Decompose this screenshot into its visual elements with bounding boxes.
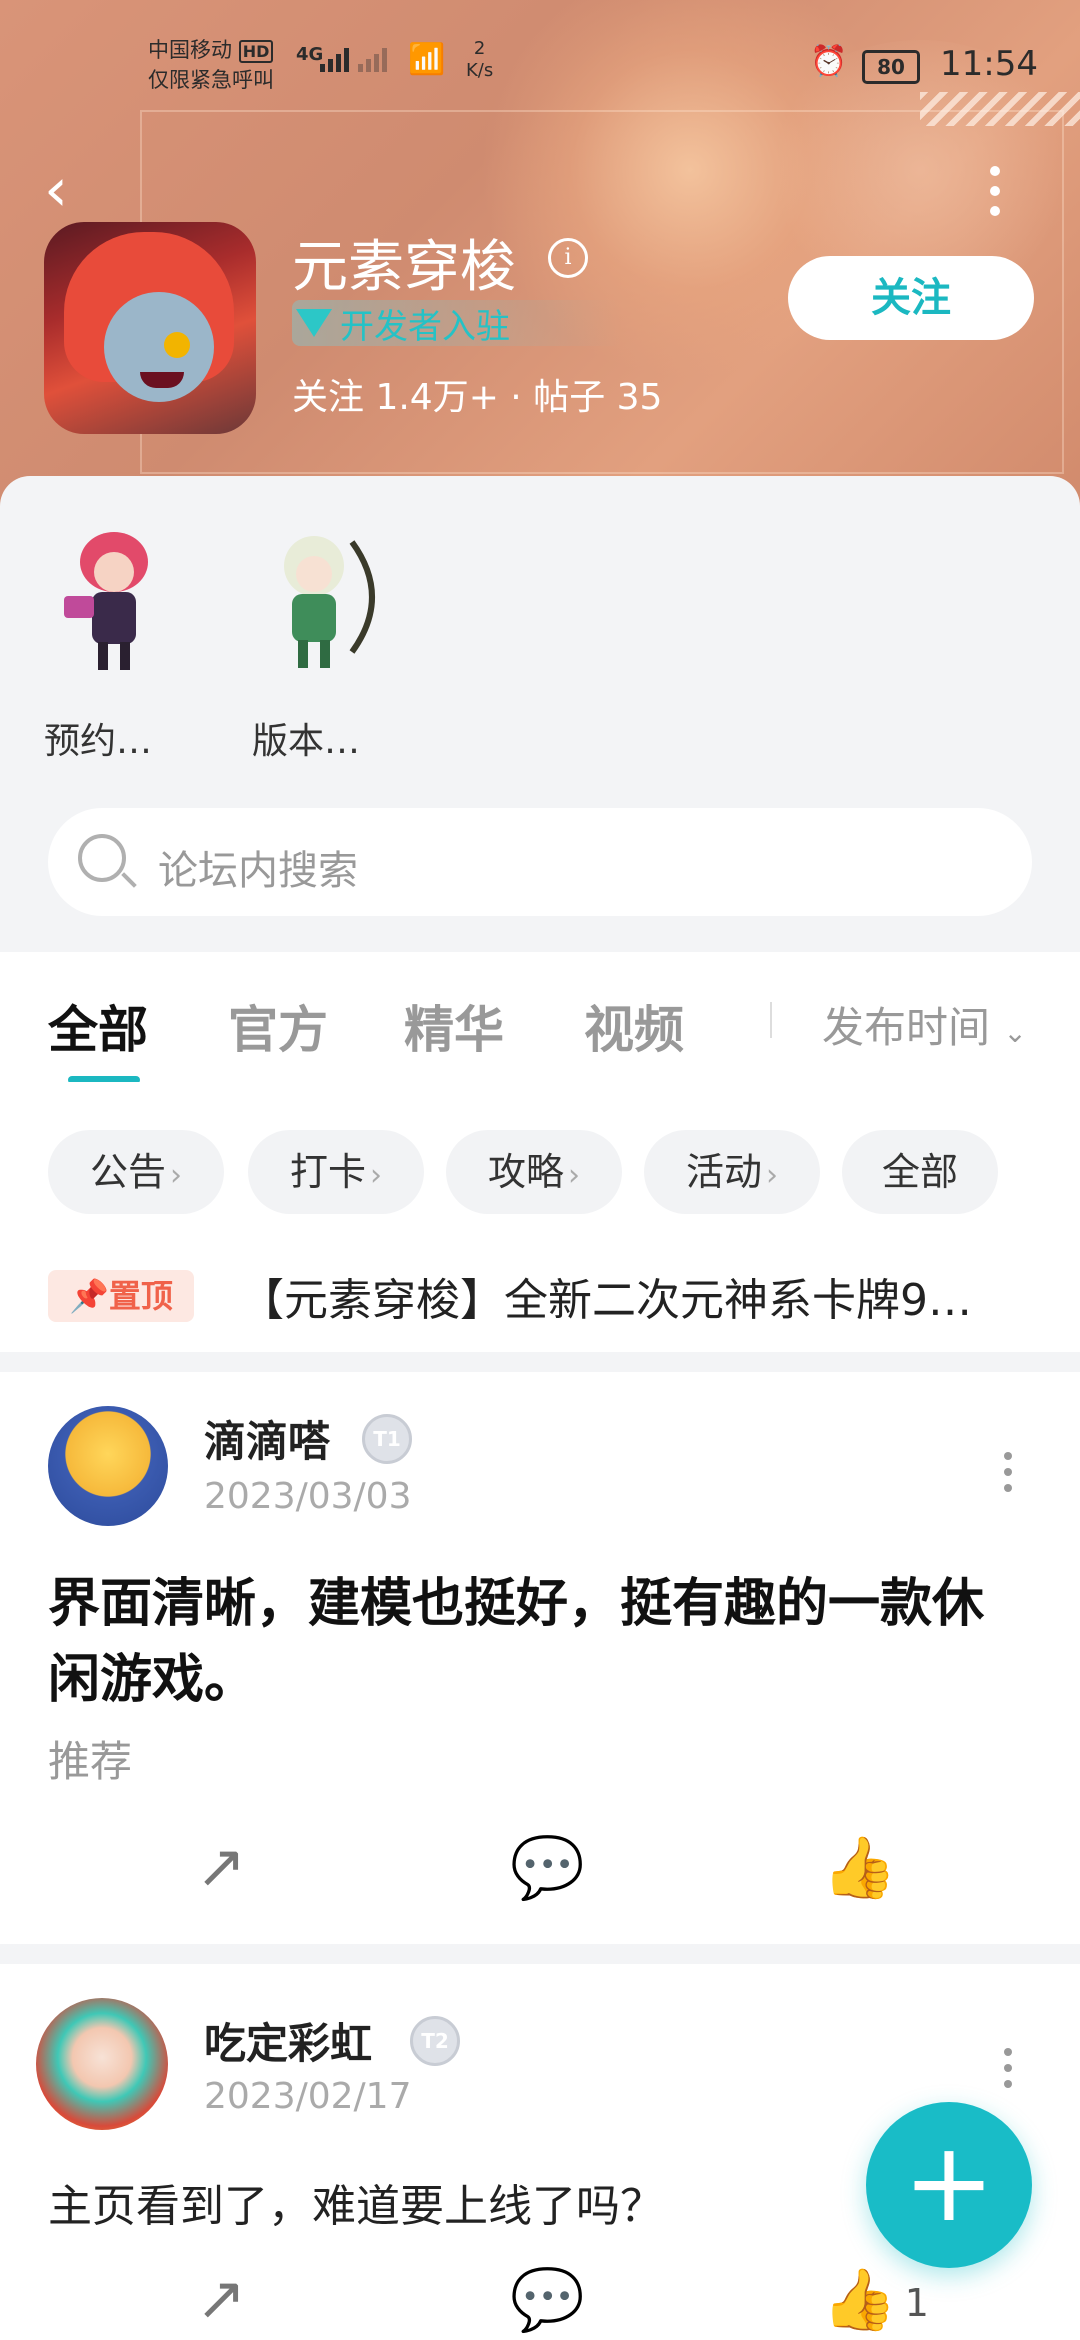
search-bar[interactable]: 论坛内搜索	[48, 808, 1032, 916]
chip-event[interactable]: 活动 ›	[644, 1130, 820, 1214]
more-options-icon[interactable]	[1004, 2048, 1014, 2096]
thumbs-up-icon: 👍	[822, 1833, 897, 1903]
carrier-name: 中国移动	[148, 38, 232, 62]
tab-featured[interactable]: 精华	[404, 990, 504, 1062]
app-icon	[44, 222, 256, 434]
developer-badge[interactable]: 开发者入驻	[292, 300, 622, 347]
comment-icon[interactable]: 💬	[510, 1832, 585, 1903]
quick-link-reservation[interactable]: 预约…	[44, 522, 184, 764]
post-tag: 推荐	[48, 1737, 133, 1786]
chevron-down-icon: ⌄	[1003, 1016, 1027, 1049]
status-bar: 中国移动 HD 仅限紧急呼叫 4G 📶 2 K/s ⏰ 80 11:54	[0, 30, 1080, 100]
pinned-post-title[interactable]: 【元素穿梭】全新二次元神系卡牌9…	[240, 1264, 1040, 1328]
quick-link-image	[252, 522, 392, 672]
net-speed: 2 K/s	[466, 38, 493, 82]
chevron-right-icon: ›	[370, 1158, 382, 1193]
author-name[interactable]: 吃定彩虹	[204, 2010, 372, 2071]
chip-label: 活动	[685, 1150, 762, 1194]
quick-link-label: 版本…	[252, 721, 361, 762]
author-name[interactable]: 滴滴嗒	[204, 1408, 330, 1469]
level-badge-icon: T1	[362, 1414, 412, 1464]
tab-video[interactable]: 视频	[584, 990, 684, 1062]
divider	[0, 1352, 1080, 1372]
battery-icon: 80	[862, 50, 920, 84]
pin-badge-label: 置顶	[108, 1277, 173, 1315]
forum-stats: 关注 1.4万+ · 帖子 35	[292, 377, 663, 418]
clock: 11:54	[940, 44, 1038, 84]
chip-checkin[interactable]: 打卡 ›	[248, 1130, 424, 1214]
developer-badge-label: 开发者入驻	[340, 306, 510, 347]
chip-label: 公告	[89, 1150, 166, 1194]
chevron-right-icon: ›	[170, 1158, 182, 1193]
sort-label: 发布时间	[822, 1003, 991, 1052]
tab-all[interactable]: 全部	[48, 990, 148, 1062]
info-icon[interactable]: i	[548, 238, 588, 278]
net-speed-unit: K/s	[466, 60, 494, 81]
chevron-right-icon: ›	[766, 1158, 778, 1193]
back-arrow-icon[interactable]: ‹	[44, 160, 68, 220]
category-chips: 公告 › 打卡 › 攻略 › 活动 › 全部	[0, 1082, 1080, 1242]
search-icon	[78, 834, 126, 882]
post-date: 2023/02/17	[204, 2076, 412, 2117]
tab-bar: 全部 官方 精华 视频 发布时间 ⌄	[0, 952, 1080, 1084]
like-button[interactable]: 👍	[822, 1832, 905, 1903]
plus-icon: +	[902, 2118, 996, 2246]
chip-label: 全部	[881, 1150, 958, 1194]
avatar[interactable]	[48, 1406, 168, 1526]
share-icon[interactable]: ↗	[196, 2264, 246, 2334]
alarm-icon: ⏰	[810, 44, 848, 79]
follow-button[interactable]: 关注	[788, 256, 1034, 340]
chip-announcement[interactable]: 公告 ›	[48, 1130, 224, 1214]
like-button[interactable]: 👍 1	[822, 2264, 929, 2335]
diamond-icon	[296, 309, 332, 337]
more-options-icon[interactable]	[990, 166, 1010, 226]
chip-all[interactable]: 全部	[842, 1130, 998, 1214]
post-date: 2023/03/03	[204, 1476, 412, 1517]
pin-icon: 📌	[69, 1277, 109, 1315]
post-card[interactable]: 滴滴嗒 T1 2023/03/03 界面清晰，建模也挺好，挺有趣的一款休闲游戏。…	[0, 1372, 1080, 1944]
post-title[interactable]: 界面清晰，建模也挺好，挺有趣的一款休闲游戏。	[48, 1566, 1028, 1718]
tab-divider	[770, 1002, 772, 1038]
level-badge-icon: T2	[410, 2016, 460, 2066]
divider	[0, 1944, 1080, 1964]
carrier-info: 中国移动 HD 仅限紧急呼叫	[148, 36, 274, 94]
chevron-right-icon: ›	[568, 1158, 580, 1193]
search-input[interactable]: 论坛内搜索	[158, 838, 358, 896]
chip-guide[interactable]: 攻略 ›	[446, 1130, 622, 1214]
chip-label: 打卡	[289, 1150, 366, 1194]
quick-link-image	[44, 522, 184, 672]
post-body[interactable]: 主页看到了，难道要上线了吗？	[48, 2170, 664, 2234]
new-post-button[interactable]: +	[866, 2102, 1032, 2268]
comment-icon[interactable]: 💬	[510, 2264, 585, 2335]
net-speed-value: 2	[473, 38, 486, 59]
wifi-icon: 📶	[408, 42, 446, 77]
forum-title: 元素穿梭	[292, 235, 516, 300]
quick-link-label: 预约…	[44, 721, 153, 762]
pinned-post[interactable]: 📌置顶 【元素穿梭】全新二次元神系卡牌9…	[0, 1242, 1080, 1352]
tab-official[interactable]: 官方	[228, 990, 328, 1062]
share-icon[interactable]: ↗	[196, 1832, 246, 1902]
quick-link-version[interactable]: 版本…	[252, 522, 392, 764]
more-options-icon[interactable]	[1004, 1452, 1014, 1500]
avatar[interactable]	[36, 1998, 168, 2130]
pin-badge: 📌置顶	[48, 1270, 194, 1322]
emergency-text: 仅限紧急呼叫	[148, 68, 274, 92]
thumbs-up-icon: 👍	[822, 2265, 897, 2335]
hd-badge: HD	[238, 40, 274, 63]
sort-dropdown[interactable]: 发布时间 ⌄	[822, 994, 1027, 1055]
signal-icon	[320, 48, 387, 72]
chip-label: 攻略	[487, 1150, 564, 1194]
like-count: 1	[904, 2281, 929, 2326]
